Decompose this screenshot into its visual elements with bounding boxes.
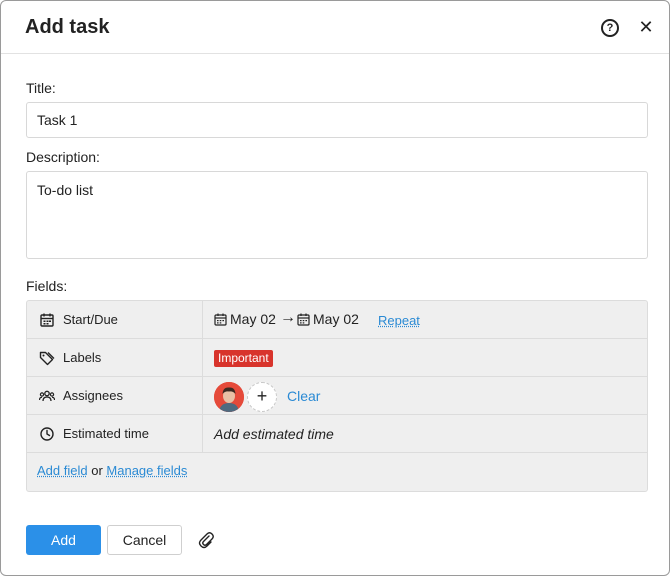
calendar-icon <box>40 313 54 327</box>
add-field-link[interactable]: Add field <box>37 463 88 478</box>
avatar[interactable] <box>214 382 244 412</box>
manage-fields-link[interactable]: Manage fields <box>106 463 187 478</box>
add-task-dialog: Add task ? ✕ Title: Task 1 Description: … <box>0 0 670 576</box>
clock-icon <box>40 427 54 441</box>
dialog-title: Add task <box>25 16 110 38</box>
due-date-text: May 02 <box>313 311 359 327</box>
fields-label: Fields: <box>26 278 68 294</box>
repeat-link[interactable]: Repeat <box>378 313 420 328</box>
fields-panel: Start/Due May 02 → May 02 Repeat Labels … <box>26 300 648 492</box>
labels-label: Labels <box>63 350 102 365</box>
help-icon[interactable]: ? <box>601 19 619 37</box>
assignees-label: Assignees <box>63 388 123 403</box>
description-textarea[interactable]: To-do list <box>26 171 648 259</box>
calendar-icon <box>297 313 310 326</box>
field-row-assignees: Assignees + Clear <box>27 377 647 415</box>
estimated-time-label: Estimated time <box>63 426 149 441</box>
start-date-text: May 02 <box>230 311 276 327</box>
add-button[interactable]: Add <box>26 525 101 555</box>
estimated-time-input[interactable]: Add estimated time <box>214 426 334 442</box>
or-text: or <box>91 463 103 478</box>
fields-footer: Add field or Manage fields <box>37 463 187 478</box>
dialog-header: Add task ? ✕ <box>1 1 669 54</box>
date-arrow: → <box>280 309 296 326</box>
title-input[interactable]: Task 1 <box>26 102 648 138</box>
close-icon[interactable]: ✕ <box>638 17 654 37</box>
paperclip-icon[interactable] <box>198 531 214 549</box>
description-label: Description: <box>26 149 100 165</box>
due-date[interactable]: May 02 <box>297 311 359 327</box>
start-due-label: Start/Due <box>63 312 118 327</box>
title-label: Title: <box>26 80 56 96</box>
cancel-button[interactable]: Cancel <box>107 525 182 555</box>
users-icon <box>39 390 55 402</box>
clear-assignees-link[interactable]: Clear <box>287 388 320 404</box>
start-date[interactable]: May 02 <box>214 311 276 327</box>
add-assignee-button[interactable]: + <box>247 382 277 412</box>
avatar-image <box>214 382 244 412</box>
calendar-icon <box>214 313 227 326</box>
field-row-start-due: Start/Due May 02 → May 02 Repeat <box>27 301 647 339</box>
field-row-labels: Labels Important <box>27 339 647 377</box>
field-row-estimated-time: Estimated time Add estimated time <box>27 415 647 453</box>
important-badge[interactable]: Important <box>214 350 273 367</box>
tag-icon <box>39 351 55 366</box>
